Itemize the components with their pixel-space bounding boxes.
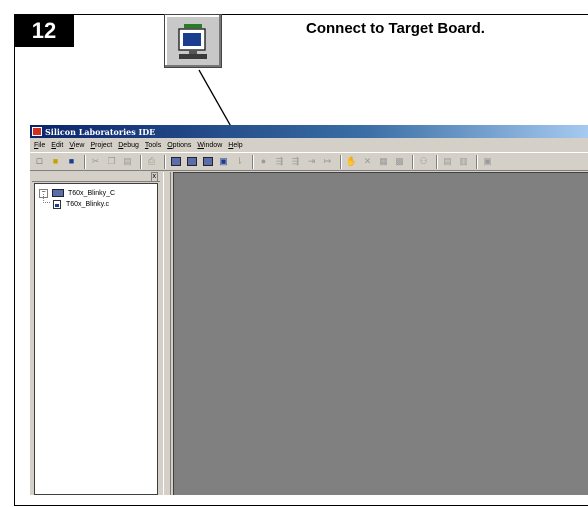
open-folder-icon[interactable]: ■: [49, 156, 62, 168]
toolbar-separator: [140, 154, 142, 169]
save-icon[interactable]: ■: [65, 156, 78, 168]
step-instruction: Connect to Target Board.: [306, 20, 485, 37]
registers-icon[interactable]: ▦: [377, 156, 390, 168]
menu-help[interactable]: Help: [228, 142, 242, 149]
connect-icon: [164, 14, 222, 68]
close-icon[interactable]: x: [150, 172, 158, 182]
project-panel: x − T60x_Blinky_C T60x_Blinky.c: [32, 172, 160, 495]
editor-workspace: [173, 172, 588, 495]
ide-title: Silicon Laboratories IDE: [45, 126, 156, 137]
toolbar-separator: [436, 154, 438, 169]
step-icon[interactable]: ⇶: [273, 156, 286, 168]
go-icon[interactable]: ●: [257, 156, 270, 168]
code-view-icon[interactable]: ▥: [457, 156, 470, 168]
run-to-cursor-icon[interactable]: ↦: [321, 156, 334, 168]
connect-icon[interactable]: ▣: [217, 156, 230, 168]
new-file-icon[interactable]: □: [33, 156, 46, 168]
ide-window: Silicon Laboratories IDE File Edit View …: [30, 125, 588, 495]
toolbar: □ ■ ■ ✂ ❐ ▤ ⎙ ▣ ⇂ ● ⇶ ⇶ ⇥ ↦ ✋ ✕ ▦ ▩ ⚇ ▤ …: [30, 152, 588, 171]
toolbar-separator: [476, 154, 478, 169]
project-panel-bar: x: [32, 172, 160, 182]
step-out-icon[interactable]: ⇥: [305, 156, 318, 168]
toolbar-separator: [164, 154, 166, 169]
silicon-labs-logo-icon: [32, 127, 42, 136]
menu-edit[interactable]: Edit: [51, 142, 63, 149]
print-icon[interactable]: ⎙: [145, 156, 158, 168]
window-icon[interactable]: ▣: [481, 156, 494, 168]
ide-title-bar: Silicon Laboratories IDE: [30, 125, 588, 138]
copy-icon[interactable]: ❐: [105, 156, 118, 168]
menu-debug[interactable]: Debug: [118, 142, 139, 149]
file-item[interactable]: T60x_Blinky.c: [53, 199, 109, 209]
breakpoint-icon[interactable]: ✋: [345, 156, 358, 168]
menu-project[interactable]: Project: [90, 142, 112, 149]
step-number: 12: [14, 14, 74, 47]
c-file-icon: [53, 199, 61, 209]
cut-icon[interactable]: ✂: [89, 156, 102, 168]
watch-icon[interactable]: ⚇: [417, 156, 430, 168]
toolbar-separator: [340, 154, 342, 169]
assemble-icon[interactable]: [169, 156, 182, 168]
menu-tools[interactable]: Tools: [145, 142, 161, 149]
toolbar-separator: [252, 154, 254, 169]
menu-window[interactable]: Window: [197, 142, 222, 149]
menu-bar: File Edit View Project Debug Tools Optio…: [30, 139, 588, 151]
project-tree: − T60x_Blinky_C T60x_Blinky.c: [34, 183, 158, 495]
paste-icon[interactable]: ▤: [121, 156, 134, 168]
project-icon: [52, 189, 64, 197]
rebuild-icon[interactable]: [201, 156, 214, 168]
tree-connector: [43, 194, 50, 203]
disassembly-icon[interactable]: ▤: [441, 156, 454, 168]
panel-splitter[interactable]: [163, 172, 171, 495]
menu-view[interactable]: View: [69, 142, 84, 149]
step-over-icon[interactable]: ⇶: [289, 156, 302, 168]
project-name: T60x_Blinky_C: [68, 189, 116, 197]
project-item[interactable]: − T60x_Blinky_C: [39, 188, 115, 198]
menu-file[interactable]: File: [34, 142, 45, 149]
file-name: T60x_Blinky.c: [66, 200, 110, 208]
memory-icon[interactable]: ▩: [393, 156, 406, 168]
build-icon[interactable]: [185, 156, 198, 168]
toolbar-separator: [84, 154, 86, 169]
clear-breakpoints-icon[interactable]: ✕: [361, 156, 374, 168]
download-icon[interactable]: ⇂: [233, 156, 246, 168]
menu-options[interactable]: Options: [167, 142, 191, 149]
toolbar-separator: [412, 154, 414, 169]
